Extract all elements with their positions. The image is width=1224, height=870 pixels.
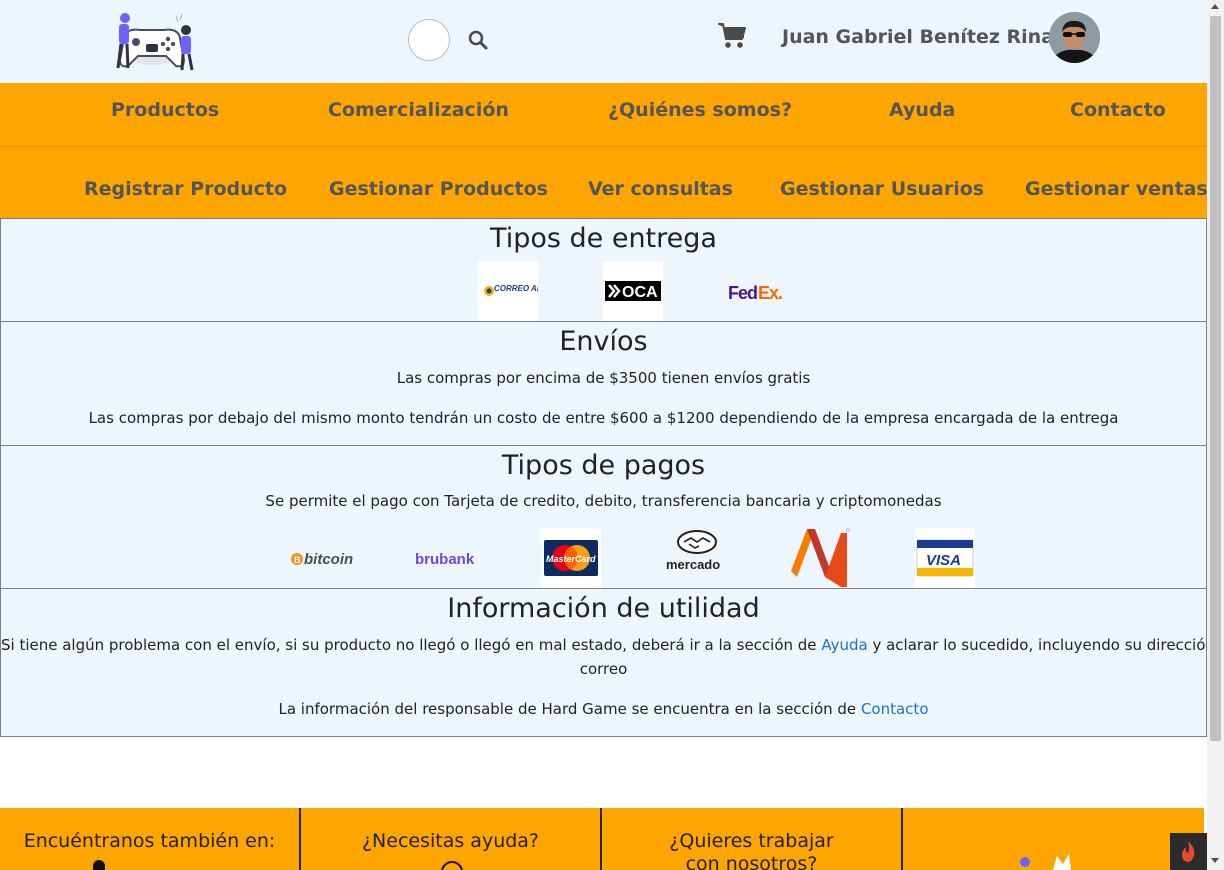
scroll-up-arrow-icon[interactable] xyxy=(1211,4,1219,9)
footer: Encuéntranos también en: ¿Necesitas ayud… xyxy=(0,808,1204,870)
footer-jobs-title: ¿Quieres trabajar con nosotros? xyxy=(669,830,834,870)
nav-item-ayuda[interactable]: Ayuda xyxy=(889,99,955,121)
main-nav: Productos Comercialización ¿Quiénes somo… xyxy=(0,83,1207,219)
user-name[interactable]: Juan Gabriel Benítez Rinas xyxy=(782,26,1065,48)
mastercard-logo: MasterCard xyxy=(541,528,601,588)
fire-button[interactable] xyxy=(1170,833,1207,870)
cart-icon[interactable] xyxy=(717,22,747,50)
top-bar: Juan Gabriel Benítez Rinas xyxy=(0,0,1207,83)
nav-item-ver-consultas[interactable]: Ver consultas xyxy=(588,178,733,200)
info-contact-text: La información del responsable de Hard G… xyxy=(1,700,1206,718)
avatar[interactable] xyxy=(1049,12,1100,63)
logo-icon[interactable] xyxy=(106,8,198,74)
info-help-text-pre: Si tiene algún problema con el envío, si… xyxy=(1,636,817,654)
shipping-free-text: Las compras por encima de $3500 tienen e… xyxy=(396,369,811,387)
nav-item-productos[interactable]: Productos xyxy=(111,99,219,121)
search-input[interactable] xyxy=(408,19,450,61)
brubank-logo: brubank xyxy=(415,549,481,569)
scroll-down-arrow-icon[interactable] xyxy=(1211,858,1219,863)
section-shipping: Envíos Las compras por encima de $3500 t… xyxy=(0,321,1207,446)
nav-item-registrar-producto[interactable]: Registrar Producto xyxy=(84,178,287,200)
footer-help-title: ¿Necesitas ayuda? xyxy=(361,830,540,852)
footer-col-jobs: ¿Quieres trabajar con nosotros? xyxy=(602,808,903,870)
oca-logo-text: OCA xyxy=(622,284,658,301)
mastercard-text: MasterCard xyxy=(546,554,596,564)
correo-argentino-logo: CORREO ARGENTINO xyxy=(478,261,580,321)
nav-item-gestionar-usuarios[interactable]: Gestionar Usuarios xyxy=(780,178,984,200)
info-help-text: Si tiene algún problema con el envío, si… xyxy=(1,636,1207,654)
info-help-text-post: y aclarar lo sucedido, incluyendo su dir… xyxy=(872,636,1207,654)
search-icon[interactable] xyxy=(467,29,489,51)
section-title: Tipos de pagos xyxy=(501,450,706,481)
footer-logo-icon xyxy=(1020,854,1071,870)
payments-text: Se permite el pago con Tarjeta de credit… xyxy=(265,492,942,510)
svg-text:B: B xyxy=(294,555,301,565)
section-title: Información de utilidad xyxy=(447,593,760,624)
section-payments: Tipos de pagos Se permite el pago con Ta… xyxy=(0,445,1207,589)
contacto-link[interactable]: Contacto xyxy=(861,700,929,718)
ayuda-link[interactable]: Ayuda xyxy=(821,636,867,654)
scroll-thumb[interactable] xyxy=(1210,16,1221,741)
bitcoin-text: bitcoin xyxy=(304,551,353,568)
svg-text:Fed: Fed xyxy=(728,283,757,303)
nav-row-primary: Productos Comercialización ¿Quiénes somo… xyxy=(0,83,1207,147)
footer-col-social: Encuéntranos también en: xyxy=(0,808,301,870)
section-delivery: Tipos de entrega CORREO ARGENTINO OCA Fe… xyxy=(0,218,1207,322)
info-contact-text-pre: La información del responsable de Hard G… xyxy=(278,700,857,718)
shipping-cost-text: Las compras por debajo del mismo monto t… xyxy=(88,409,1119,427)
footer-col-help: ¿Necesitas ayuda? xyxy=(301,808,602,870)
fedex-logo: Fed Ex. xyxy=(728,281,792,305)
nav-item-contacto[interactable]: Contacto xyxy=(1070,99,1166,121)
section-title: Envíos xyxy=(559,326,648,357)
visa-logo: VISA xyxy=(915,528,975,588)
footer-col-logo xyxy=(903,808,1204,870)
visa-text: VISA xyxy=(926,552,961,569)
naranja-logo xyxy=(789,527,851,589)
nav-item-gestionar-ventas[interactable]: Gestionar ventas xyxy=(1025,178,1207,200)
nav-item-gestionar-productos[interactable]: Gestionar Productos xyxy=(329,178,548,200)
footer-social-title: Encuéntranos también en: xyxy=(23,830,276,852)
oca-logo: OCA xyxy=(603,261,663,321)
help-icon[interactable] xyxy=(441,861,463,870)
brubank-text: brubank xyxy=(415,551,475,568)
nav-item-comercializacion[interactable]: Comercialización xyxy=(328,99,509,121)
nav-item-quienes-somos[interactable]: ¿Quiénes somos? xyxy=(608,99,792,121)
bitcoin-logo: B bitcoin xyxy=(290,549,354,569)
page: Juan Gabriel Benítez Rinas Productos Com… xyxy=(0,0,1207,870)
scrollbar[interactable] xyxy=(1207,0,1224,870)
facebook-icon[interactable] xyxy=(93,860,105,870)
section-title: Tipos de entrega xyxy=(490,223,717,254)
svg-text:Ex.: Ex. xyxy=(758,283,782,303)
section-info: Información de utilidad Si tiene algún p… xyxy=(0,588,1207,737)
mercado-logo: mercado xyxy=(664,530,730,574)
correo-logo-text: CORREO ARGENTINO xyxy=(494,284,538,293)
fire-icon xyxy=(1182,841,1195,862)
info-help-text-end: correo xyxy=(579,660,628,678)
mercado-text: mercado xyxy=(666,557,720,572)
